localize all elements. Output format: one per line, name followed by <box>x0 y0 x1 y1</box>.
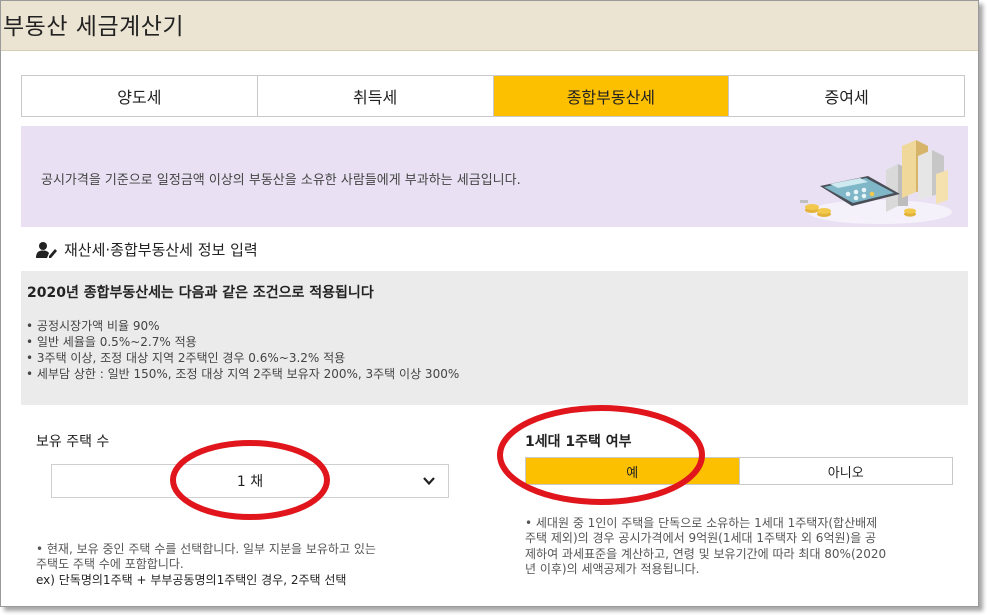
banner-text: 공시가격을 기준으로 일정금액 이상의 부동산을 소유한 사람들에게 부과하는 … <box>41 173 521 188</box>
one-household-note-1: • 세대원 중 1인이 주택을 단독으로 소유하는 1세대 1주택자(합산배제 <box>525 516 878 530</box>
tab-transfer-tax[interactable]: 양도세 <box>22 76 258 116</box>
house-count-value: 1 채 <box>236 474 264 490</box>
house-count-label: 보유 주택 수 <box>36 434 110 450</box>
section-title: 재산세·종합부동산세 정보 입력 <box>64 241 258 259</box>
house-count-select[interactable]: 1 채 <box>51 464 449 498</box>
list-item: 세부담 상한 : 일반 150%, 조정 대상 지역 2주택 보유자 200%,… <box>26 366 459 382</box>
tax-type-tabs: 양도세 취득세 종합부동산세 증여세 <box>21 75 965 117</box>
annotation-circle-one-household <box>497 405 705 505</box>
conditions-list: 공정시장가액 비율 90% 일반 세율을 0.5%~2.7% 적용 3주택 이상… <box>26 318 459 382</box>
one-household-note-3: 제하여 과세표준을 계산하고, 연령 및 보유기간에 따라 최대 80%(202… <box>525 547 887 561</box>
list-item: 공정시장가액 비율 90% <box>26 318 459 334</box>
one-household-label: 1세대 1주택 여부 <box>525 434 632 450</box>
conditions-title: 2020년 종합부동산세는 다음과 같은 조건으로 적용됩니다 <box>27 285 374 301</box>
tab-acquisition-tax[interactable]: 취득세 <box>257 76 494 116</box>
user-edit-icon <box>36 241 57 258</box>
one-household-note-4: 년 이후)의 세액공제가 적용됩니다. <box>525 562 700 576</box>
house-count-example: ex) 단독명의1주택 + 부부공동명의1주택인 경우, 2주택 선택 <box>36 573 347 587</box>
list-item: 일반 세율을 0.5%~2.7% 적용 <box>26 334 459 350</box>
section-heading: 재산세·종합부동산세 정보 입력 <box>36 239 258 260</box>
app-window: 부동산 세금계산기 양도세 취득세 종합부동산세 증여세 공시가격을 기준으로 … <box>0 0 979 607</box>
description-banner: 공시가격을 기준으로 일정금액 이상의 부동산을 소유한 사람들에게 부과하는 … <box>21 126 968 227</box>
tab-comprehensive-real-estate-tax[interactable]: 종합부동산세 <box>493 76 730 116</box>
list-item: 3주택 이상, 조정 대상 지역 2주택인 경우 0.6%~3.2% 적용 <box>26 350 459 366</box>
house-count-note-2: 주택도 주택 수에 포함합니다. <box>36 557 184 571</box>
calculator-buildings-illustration <box>800 140 952 224</box>
yes-option[interactable]: 예 <box>526 458 740 484</box>
conditions-info-box: 2020년 종합부동산세는 다음과 같은 조건으로 적용됩니다 공정시장가액 비… <box>21 271 968 405</box>
title-bar: 부동산 세금계산기 <box>1 1 978 51</box>
no-option[interactable]: 아니오 <box>739 458 952 484</box>
chevron-down-icon <box>423 477 435 486</box>
house-count-note-1: • 현재, 보유 중인 주택 수를 선택합니다. 일부 지분을 보유하고 있는 <box>36 542 376 556</box>
one-household-toggle: 예 아니오 <box>525 457 953 485</box>
app-title: 부동산 세금계산기 <box>3 14 185 40</box>
one-household-note-2: 주택 제외)의 경우 공시가격에서 9억원(1세대 1주택자 외 6억원)을 공 <box>525 531 877 545</box>
tab-gift-tax[interactable]: 증여세 <box>729 76 964 116</box>
